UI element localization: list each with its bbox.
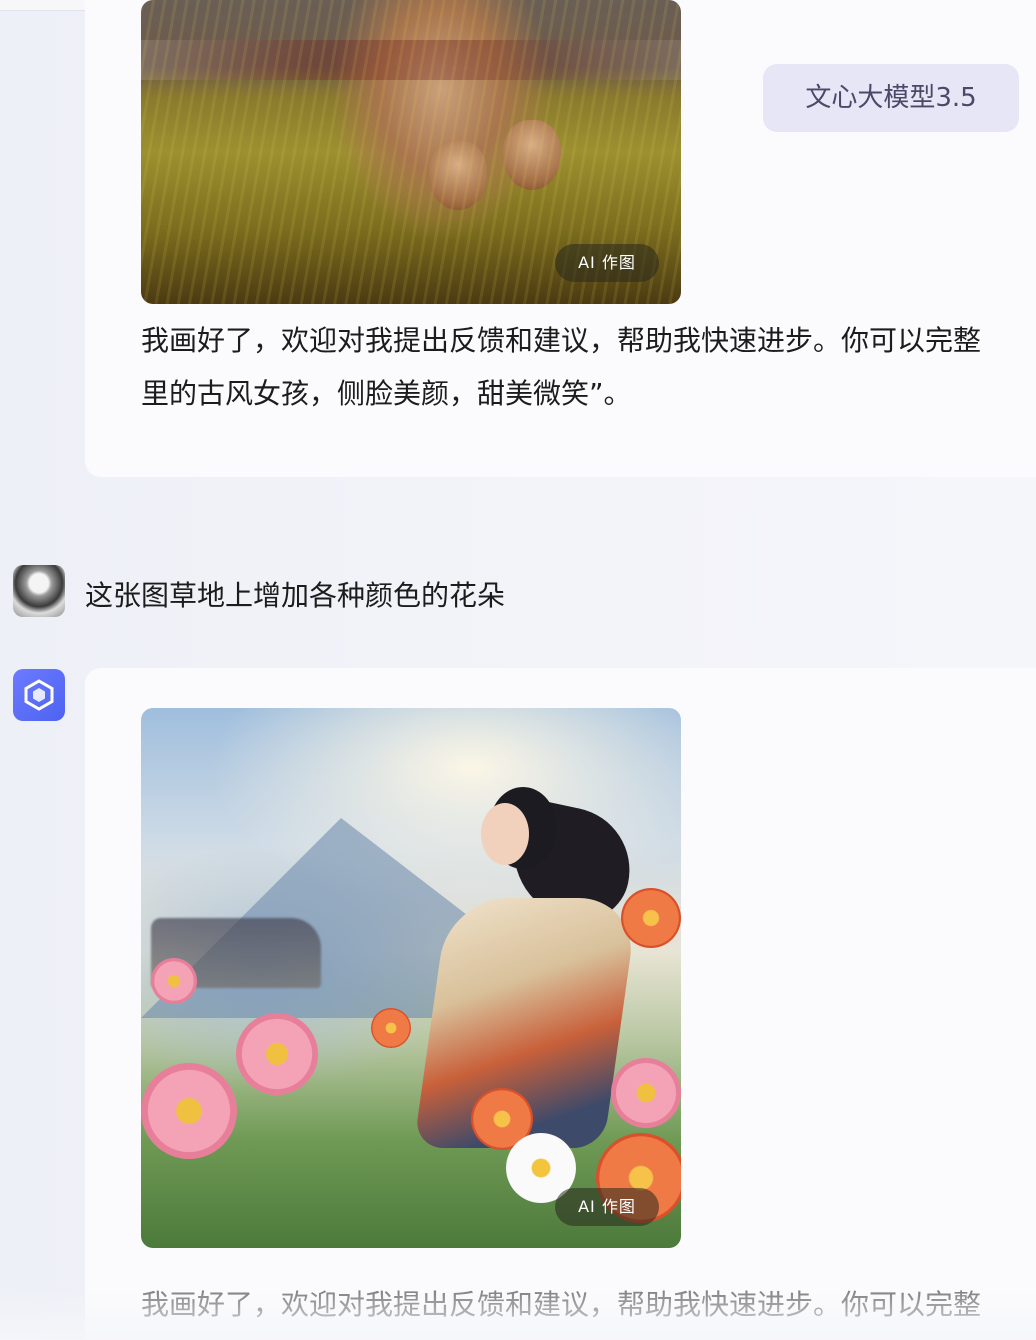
ai-reply-card: AI 作图 我画好了，欢迎对我提出反馈和建议，帮助我快速进步。你可以完整 xyxy=(85,668,1036,1340)
flower xyxy=(621,888,681,948)
flower xyxy=(141,1063,237,1159)
flower xyxy=(151,958,197,1004)
model-version-tag[interactable]: 文心大模型3.5 xyxy=(763,64,1019,132)
bot-avatar xyxy=(13,669,65,721)
generated-image-dog[interactable]: AI 作图 xyxy=(141,0,681,304)
reply-text-line: 里的古风女孩，侧脸美颜，甜美微笑”。 xyxy=(141,377,632,410)
bottom-fade xyxy=(0,1290,1036,1340)
flower xyxy=(371,1008,411,1048)
cube-logo-icon xyxy=(24,679,54,711)
dog-paw xyxy=(429,140,487,210)
image-content xyxy=(141,708,681,1248)
dog-paw xyxy=(503,120,561,190)
girl-head xyxy=(481,803,529,865)
ai-drawing-badge: AI 作图 xyxy=(555,1188,659,1226)
reply-text: 我画好了，欢迎对我提出反馈和建议，帮助我快速进步。你可以完整 里的古风女孩，侧脸… xyxy=(141,314,1036,420)
reply-text-line: 我画好了，欢迎对我提出反馈和建议，帮助我快速进步。你可以完整 xyxy=(141,324,982,357)
user-avatar xyxy=(13,565,65,617)
ai-drawing-badge: AI 作图 xyxy=(555,244,659,282)
flower xyxy=(611,1058,681,1128)
flower xyxy=(236,1013,318,1095)
generated-image-girl[interactable]: AI 作图 xyxy=(141,708,681,1248)
user-message-text: 这张图草地上增加各种颜色的花朵 xyxy=(85,579,506,612)
